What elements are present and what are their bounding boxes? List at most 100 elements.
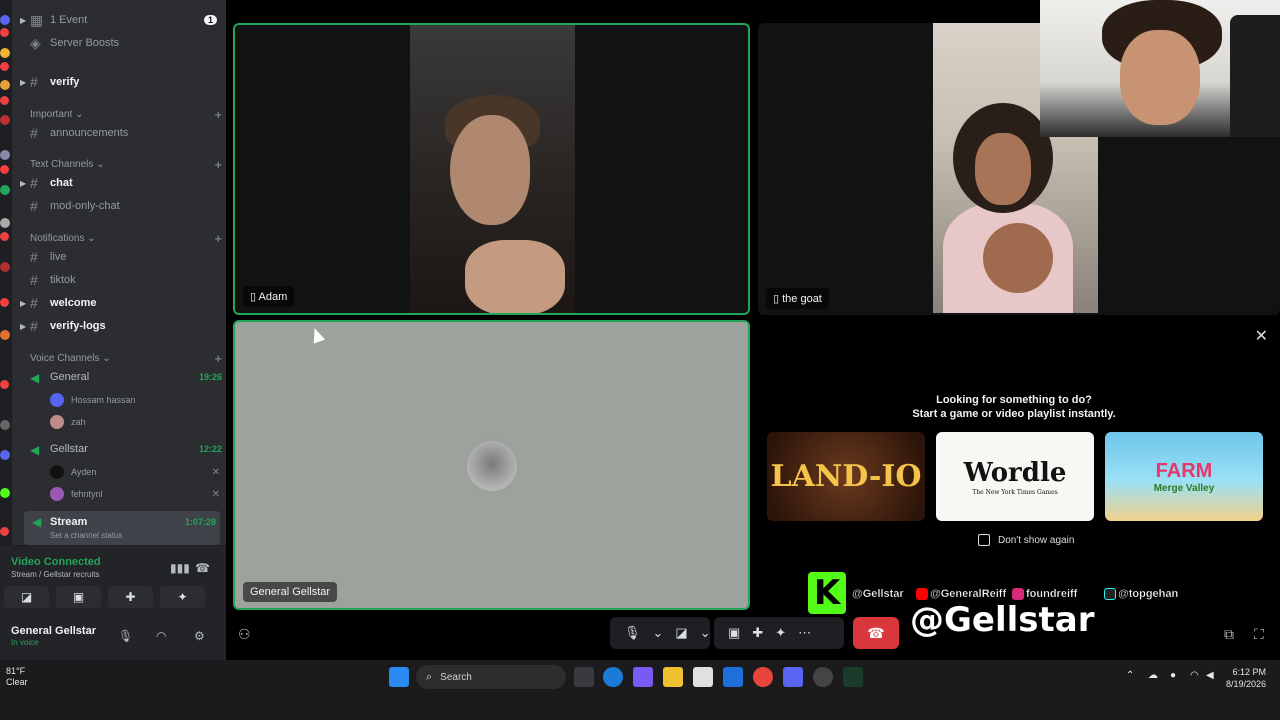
server-badge	[0, 232, 9, 241]
server-badge	[0, 298, 9, 307]
server-icon[interactable]	[0, 48, 10, 58]
chevron-up-icon[interactable]: ⌃	[1126, 670, 1134, 681]
soundboard-button[interactable]: ✦	[160, 586, 205, 608]
current-username[interactable]: General Gellstar	[11, 625, 96, 637]
microphone-icon[interactable]: 🎙	[118, 629, 133, 643]
obs-icon[interactable]	[813, 667, 833, 687]
add-channel-icon[interactable]: +	[214, 231, 222, 246]
server-icon[interactable]	[0, 115, 10, 125]
channel-mod-only-chat[interactable]: # mod-only-chat	[20, 196, 225, 216]
voice-channel-stream[interactable]: ◀ Stream Set a channel status 1:07:28	[24, 511, 220, 545]
channel-live[interactable]: # live	[20, 247, 225, 267]
user-status: In voice	[11, 638, 39, 647]
chevron-down-icon[interactable]: ⌄	[700, 625, 711, 641]
channel-chat[interactable]: ▶ # chat	[20, 173, 225, 193]
channel-welcome[interactable]: ▶ # welcome	[20, 293, 225, 313]
voice-user[interactable]: fehntynl ✕	[50, 484, 226, 504]
streamer-handle: @Gellstar	[910, 600, 1095, 640]
participant-nametag: ▯ the goat	[766, 288, 829, 309]
server-icon[interactable]	[0, 80, 10, 90]
onedrive-icon[interactable]: ☁	[1148, 670, 1158, 681]
chrome-icon[interactable]	[753, 667, 773, 687]
video-tile-adam[interactable]: ▯ Adam	[233, 23, 750, 315]
dont-show-again-checkbox[interactable]: Don't show again	[978, 534, 1074, 546]
task-view-icon[interactable]	[574, 667, 594, 687]
participant-nametag: ▯ Adam	[243, 286, 295, 307]
edge-icon[interactable]	[603, 667, 623, 687]
webcam-overlay	[1040, 0, 1280, 137]
wifi-icon[interactable]: ◠	[1190, 670, 1199, 681]
server-icon[interactable]	[0, 15, 10, 25]
voice-channel-general[interactable]: ◀ General 19:26	[30, 367, 226, 387]
channel-status[interactable]: Set a channel status	[50, 531, 123, 540]
app-icon[interactable]	[843, 667, 863, 687]
server-badge	[0, 165, 9, 174]
channel-tiktok[interactable]: # tiktok	[20, 270, 225, 290]
server-icon[interactable]	[0, 150, 10, 160]
category-notifications[interactable]: Notifications ⌄ +	[30, 231, 226, 246]
youtube-icon	[916, 588, 928, 601]
taskbar-clock[interactable]: 6:12 PM 8/19/2026	[1226, 666, 1266, 690]
server-icon[interactable]	[0, 330, 10, 340]
category-text-channels[interactable]: Text Channels ⌄ +	[30, 157, 226, 172]
server-icon[interactable]	[0, 450, 10, 460]
voice-user[interactable]: Ayden ✕	[50, 462, 226, 482]
taskbar-search[interactable]: ⌕ Search	[416, 665, 566, 689]
activities-icon[interactable]: ✚	[752, 625, 763, 641]
screen-share-icon[interactable]: ▣	[728, 625, 740, 641]
events-item[interactable]: ▶ ▦ 1 Event 1	[20, 10, 225, 30]
activity-launcher: ✕ Looking for something to do? Start a g…	[754, 320, 1280, 610]
hash-icon: #	[30, 74, 38, 90]
settings-gear-icon[interactable]: ⚙	[194, 629, 205, 643]
game-card-land-io[interactable]: LAND-IO	[767, 432, 925, 521]
microphone-icon[interactable]: ●	[1170, 670, 1176, 681]
mail-icon[interactable]	[723, 667, 743, 687]
category-voice-channels[interactable]: Voice Channels ⌄ +	[30, 351, 226, 366]
speaker-icon: ◀	[30, 443, 40, 457]
add-channel-icon[interactable]: +	[214, 157, 222, 172]
channel-announcements[interactable]: # announcements	[20, 123, 225, 143]
copilot-icon[interactable]	[633, 667, 653, 687]
volume-icon[interactable]: ◀	[1206, 670, 1214, 681]
category-important[interactable]: Important ⌄ +	[30, 107, 226, 122]
voice-user[interactable]: Hossam hassan	[50, 390, 226, 410]
disconnect-icon[interactable]: ☎	[195, 561, 210, 575]
chevron-down-icon[interactable]: ⌄	[653, 625, 664, 641]
server-icon[interactable]	[0, 218, 10, 228]
fullscreen-icon[interactable]: ⛶	[1254, 626, 1264, 643]
server-icon[interactable]	[0, 488, 10, 498]
headphones-icon[interactable]: ◠	[156, 629, 166, 643]
camera-off-icon[interactable]: ◪	[675, 625, 687, 641]
soundboard-icon[interactable]: ✦	[775, 625, 786, 641]
noise-suppression-icon[interactable]: ▮▮▮	[170, 561, 190, 575]
checkbox-icon	[978, 534, 990, 546]
server-icon[interactable]	[0, 185, 10, 195]
weather-widget[interactable]: 81°F Clear	[6, 666, 28, 688]
windows-start-icon[interactable]	[389, 667, 409, 687]
server-boosts-item[interactable]: ◈ Server Boosts	[20, 33, 225, 53]
video-off-button[interactable]: ◪	[4, 586, 49, 608]
channel-verify[interactable]: ▶ # verify	[20, 72, 225, 92]
server-icon[interactable]	[0, 262, 10, 272]
store-icon[interactable]	[693, 667, 713, 687]
activities-button[interactable]: ✚	[108, 586, 153, 608]
add-people-icon[interactable]: ⚇	[238, 626, 251, 643]
voice-user[interactable]: zah	[50, 412, 226, 432]
screen-share-button[interactable]: ▣	[56, 586, 101, 608]
speaker-icon: ◀	[30, 371, 40, 385]
microphone-icon[interactable]: 🎙	[624, 625, 641, 641]
channel-verify-logs[interactable]: ▶ # verify-logs	[20, 316, 225, 336]
avatar	[465, 439, 519, 493]
close-icon[interactable]: ✕	[1255, 326, 1268, 346]
game-card-farm-merge-valley[interactable]: FARM Merge Valley	[1105, 432, 1263, 521]
video-tile-general-gellstar[interactable]: General Gellstar	[233, 320, 750, 610]
connection-channel[interactable]: Stream / Gellstar recruits	[11, 570, 99, 579]
server-icon[interactable]	[0, 420, 10, 430]
discord-icon[interactable]	[783, 667, 803, 687]
game-card-wordle[interactable]: Wordle The New York Times Games	[936, 432, 1094, 521]
file-explorer-icon[interactable]	[663, 667, 683, 687]
hash-icon: #	[30, 249, 38, 265]
add-channel-icon[interactable]: +	[214, 107, 222, 122]
add-channel-icon[interactable]: +	[214, 351, 222, 366]
voice-channel-gellstar[interactable]: ◀ Gellstar 12:22	[30, 439, 226, 459]
